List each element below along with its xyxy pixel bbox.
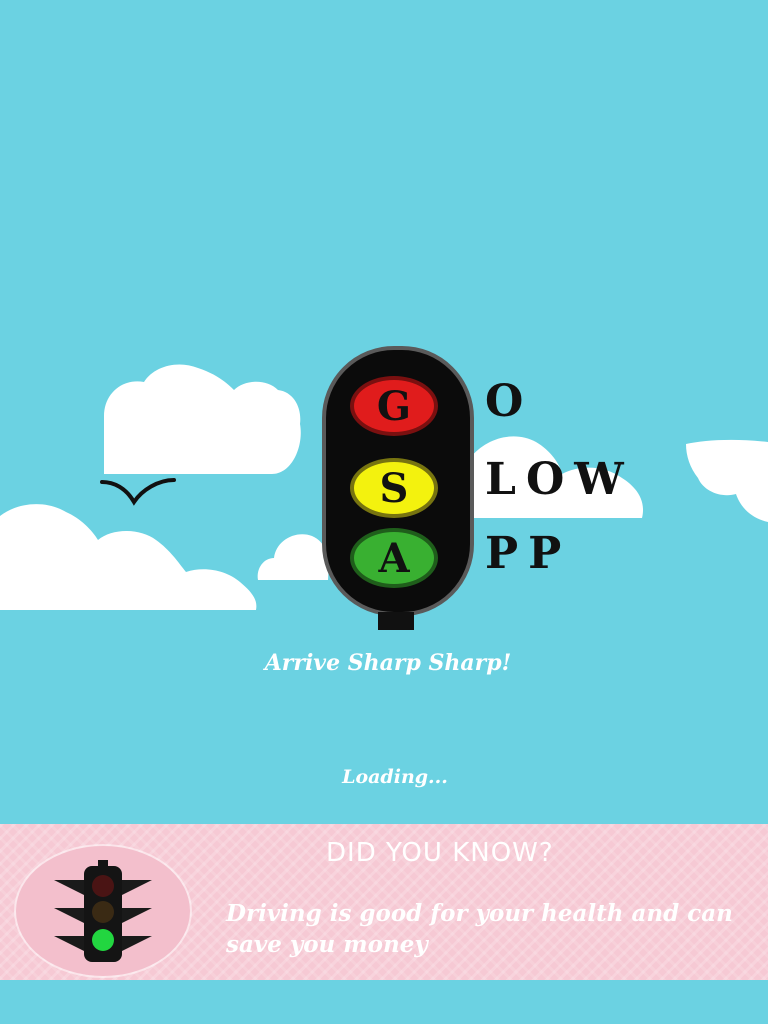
tip-text: Driving is good for your health and can … bbox=[226, 900, 733, 958]
logo-word-go: O bbox=[485, 376, 534, 427]
bottom-strip bbox=[0, 980, 768, 1024]
tagline: Arrive Sharp Sharp! bbox=[264, 650, 512, 676]
logo-word-app: PP bbox=[485, 528, 572, 579]
logo-word-slow: LOW bbox=[485, 454, 634, 505]
cloud-left-lower bbox=[0, 504, 257, 610]
traffic-light-pole bbox=[378, 612, 414, 630]
logo-letter-g: G bbox=[354, 380, 434, 432]
loading-status: Loading... bbox=[342, 766, 448, 788]
logo-letter-a: A bbox=[354, 532, 434, 584]
app-logo: G S A bbox=[320, 344, 474, 634]
bird-icon bbox=[100, 478, 176, 506]
tip-heading: DID YOU KNOW? bbox=[326, 838, 554, 868]
cloud-small-center bbox=[257, 534, 329, 580]
traffic-light-icon bbox=[54, 860, 152, 962]
tip-panel: DID YOU KNOW? Driving is good for your h… bbox=[0, 824, 768, 980]
cloud-right-edge bbox=[686, 439, 768, 522]
tip-icon-badge bbox=[16, 846, 190, 976]
cloud-left-upper bbox=[104, 364, 301, 474]
logo-letter-s: S bbox=[354, 462, 434, 514]
